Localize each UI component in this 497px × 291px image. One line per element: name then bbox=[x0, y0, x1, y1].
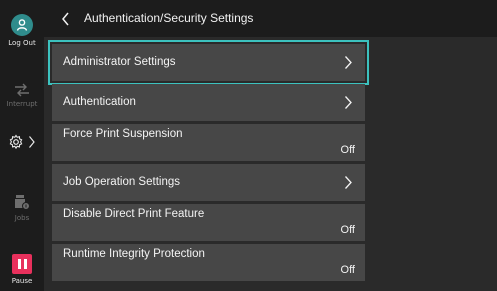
row-administrator-settings[interactable]: Administrator Settings bbox=[48, 40, 369, 85]
row-authentication[interactable]: Authentication bbox=[52, 84, 365, 121]
jobs-icon bbox=[15, 195, 30, 210]
interrupt-button[interactable]: Interrupt bbox=[0, 83, 44, 108]
logout-person-icon bbox=[11, 14, 33, 36]
row-job-operation-settings[interactable]: Job Operation Settings bbox=[52, 164, 365, 201]
chevron-right-icon bbox=[345, 56, 352, 69]
row-runtime-integrity-protection[interactable]: Runtime Integrity Protection Off bbox=[52, 244, 365, 281]
back-button[interactable] bbox=[59, 10, 73, 28]
left-rail: Log Out Interrupt Jobs Pause bbox=[0, 0, 44, 291]
pause-icon bbox=[12, 254, 32, 274]
row-label: Force Print Suspension bbox=[63, 128, 183, 140]
row-label: Administrator Settings bbox=[63, 56, 176, 68]
settings-nav-button[interactable] bbox=[0, 134, 44, 150]
interrupt-icon bbox=[15, 83, 29, 97]
logout-button[interactable]: Log Out bbox=[0, 14, 44, 47]
row-force-print-suspension[interactable]: Force Print Suspension Off bbox=[52, 124, 365, 161]
row-label: Authentication bbox=[63, 96, 136, 108]
row-disable-direct-print-feature[interactable]: Disable Direct Print Feature Off bbox=[52, 204, 365, 241]
row-label: Runtime Integrity Protection bbox=[63, 248, 205, 260]
pause-label: Pause bbox=[11, 277, 33, 285]
interrupt-label: Interrupt bbox=[6, 100, 38, 108]
pause-button[interactable]: Pause bbox=[0, 254, 44, 285]
page-header: Authentication/Security Settings bbox=[44, 0, 497, 37]
chevron-right-icon bbox=[345, 176, 352, 189]
chevron-right-icon bbox=[345, 96, 352, 109]
row-label: Job Operation Settings bbox=[63, 176, 180, 188]
row-label: Disable Direct Print Feature bbox=[63, 208, 205, 220]
chevron-right-icon bbox=[29, 136, 35, 148]
logout-label: Log Out bbox=[8, 39, 36, 47]
page-title: Authentication/Security Settings bbox=[84, 11, 254, 25]
row-value: Off bbox=[340, 224, 355, 236]
gear-icon bbox=[9, 134, 23, 150]
jobs-button[interactable]: Jobs bbox=[0, 193, 44, 222]
jobs-label: Jobs bbox=[14, 214, 30, 222]
row-value: Off bbox=[340, 144, 355, 156]
row-value: Off bbox=[340, 264, 355, 276]
